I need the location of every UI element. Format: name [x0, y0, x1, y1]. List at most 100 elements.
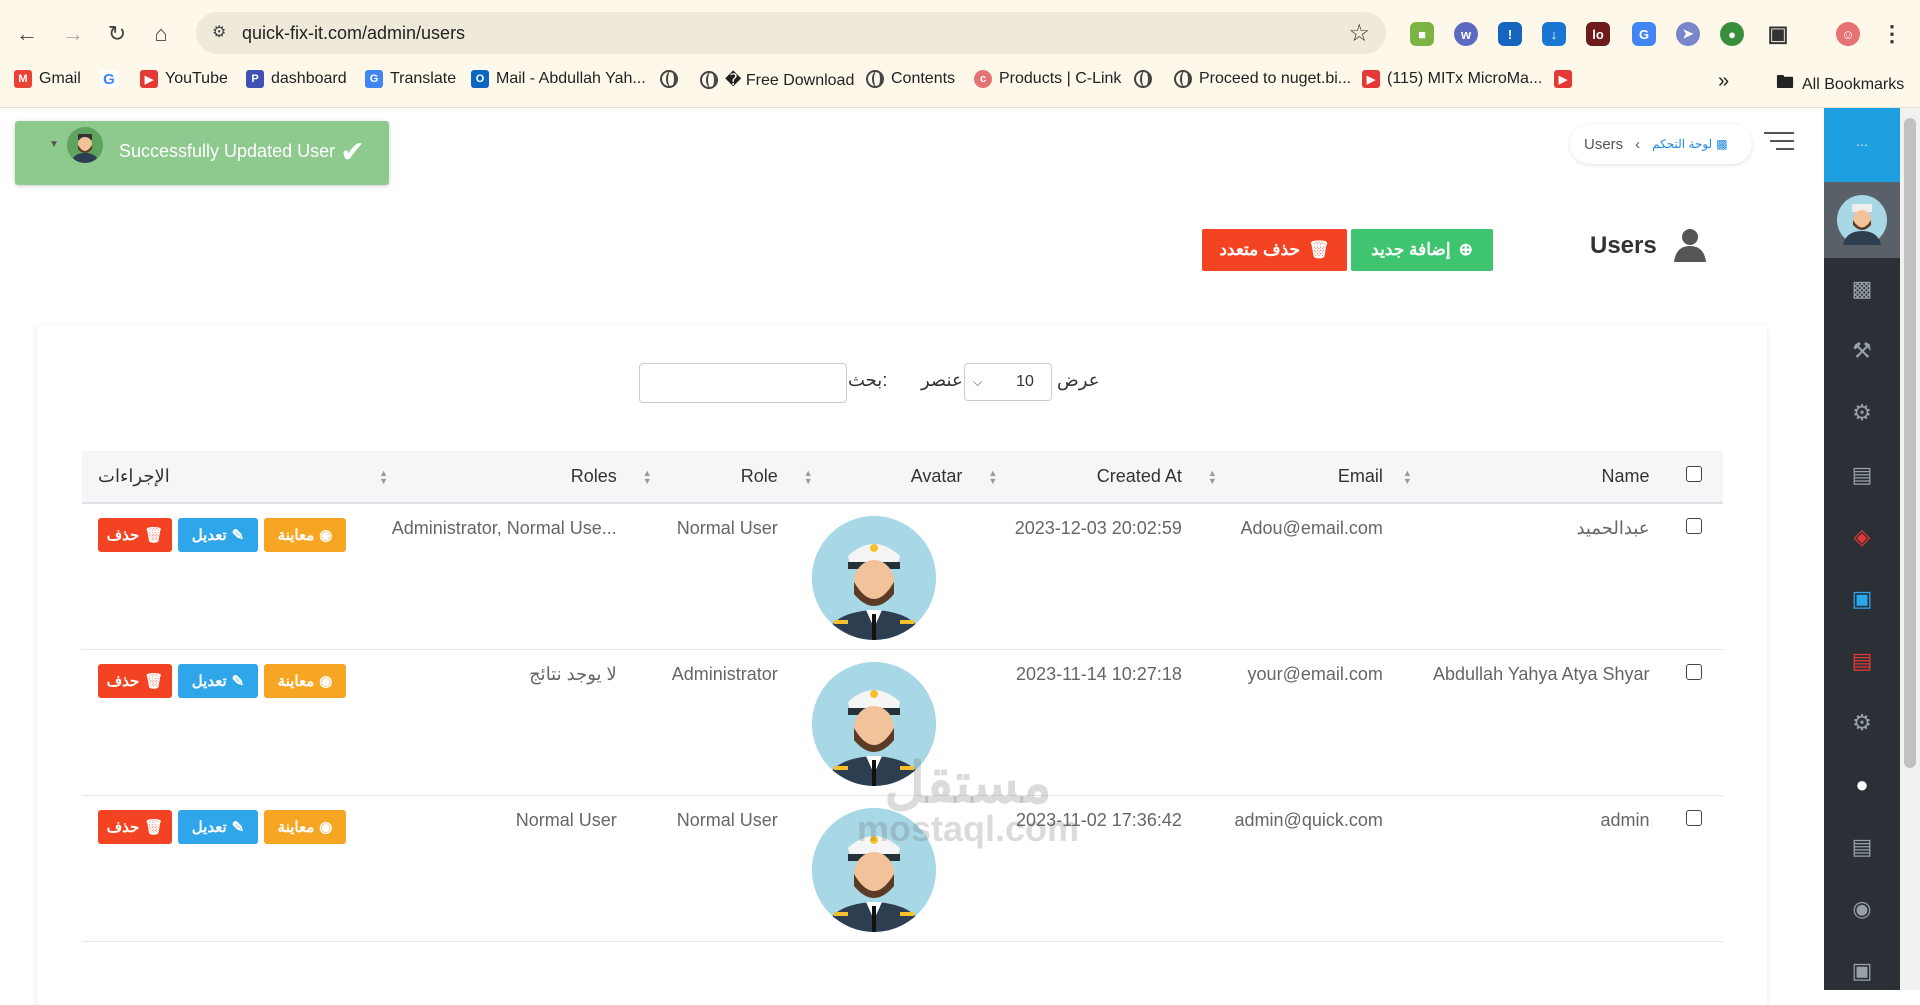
- shield-extension-icon[interactable]: !: [1498, 22, 1522, 46]
- bookmark-nuget[interactable]: Proceed to nuget.bi...: [1174, 70, 1351, 88]
- multi-delete-button[interactable]: حذف متعدد 🗑: [1202, 229, 1347, 271]
- bookmark-google[interactable]: G: [100, 70, 125, 88]
- menu-toggle-icon[interactable]: [1764, 132, 1794, 154]
- add-new-button[interactable]: إضافة جديد ⊕: [1351, 229, 1493, 271]
- trash-icon: 🗑: [144, 818, 164, 836]
- lock-icon[interactable]: ◉: [1824, 878, 1900, 940]
- cell-roles: Normal User: [515, 809, 617, 830]
- col-created-at[interactable]: ▲ ▼ Created At: [978, 451, 1197, 503]
- delete-button[interactable]: حذف 🗑: [98, 663, 172, 698]
- sort-icon: ▲ ▼: [379, 468, 389, 486]
- users-icon[interactable]: ●: [1824, 754, 1900, 816]
- bookmark-globe[interactable]: [660, 70, 678, 88]
- profile-avatar-icon[interactable]: ☺: [1836, 22, 1860, 46]
- sidebar-avatar[interactable]: [1824, 182, 1900, 258]
- download-extension-icon[interactable]: ↓: [1542, 22, 1566, 46]
- bookmark-mitx[interactable]: ▶ (115) MITx MicroMa...: [1362, 70, 1542, 88]
- back-icon[interactable]: ←: [10, 17, 44, 51]
- delete-button[interactable]: حذف 🗑: [98, 809, 172, 844]
- col-select: [1666, 451, 1724, 503]
- view-button[interactable]: معاينة ◉: [264, 663, 346, 698]
- row-checkbox[interactable]: [1686, 518, 1703, 534]
- bookmark-free-download[interactable]: � Free Download: [700, 70, 854, 90]
- toast-avatar: [67, 127, 103, 163]
- edit-button[interactable]: تعديل ✎: [178, 663, 258, 698]
- view-button[interactable]: معاينة ◉: [264, 518, 346, 552]
- scrollbar-thumb[interactable]: [1904, 118, 1916, 768]
- image-icon[interactable]: ▣: [1824, 940, 1900, 1002]
- bookmark-dashboard[interactable]: Pdashboard: [246, 70, 347, 88]
- sort-icon: ▲ ▼: [642, 468, 652, 486]
- forward-icon[interactable]: →: [56, 17, 90, 51]
- reload-icon[interactable]: ↻: [100, 17, 134, 51]
- select-all-checkbox[interactable]: [1686, 466, 1703, 482]
- search-input[interactable]: [639, 363, 847, 403]
- bookmark-mail[interactable]: O Mail - Abdullah Yah...: [471, 70, 646, 88]
- all-bookmarks-folder[interactable]: 🖿 All Bookmarks: [1776, 70, 1904, 100]
- list-icon[interactable]: ▤: [1824, 444, 1900, 506]
- bookmark-contents[interactable]: Contents: [866, 70, 955, 88]
- users-table: الإجراءات ▲ ▼ Roles ▲ ▼ Role ▲ ▼ Avatar ▲ ▼ Crea…: [82, 451, 1723, 942]
- success-toast[interactable]: ▼ Successfully Updated User ✔: [15, 121, 389, 185]
- extension-icon[interactable]: ■: [1410, 22, 1434, 46]
- row-checkbox[interactable]: [1686, 663, 1703, 680]
- home-icon[interactable]: ⌂: [144, 17, 178, 51]
- translate-extension-icon[interactable]: G: [1632, 22, 1656, 46]
- edit-icon: ✎: [231, 672, 245, 690]
- user-icon: [1672, 226, 1708, 262]
- col-name[interactable]: ▲ ▼ Name: [1399, 451, 1666, 503]
- telegram-extension-icon[interactable]: ➤: [1676, 22, 1700, 46]
- url-text: quick-fix-it.com/admin/users: [242, 22, 466, 43]
- sort-icon: ▲ ▼: [1402, 468, 1412, 486]
- col-email[interactable]: ▲ ▼ Email: [1198, 451, 1399, 503]
- youtube-icon: ▶: [1554, 70, 1572, 88]
- delete-button[interactable]: حذف 🗑: [98, 518, 172, 552]
- cell-roles: لا يوجد نتائج: [529, 663, 617, 684]
- bookmark-translate[interactable]: G Translate: [365, 70, 456, 88]
- cell-role: Normal User: [676, 809, 778, 830]
- bookmark-youtube[interactable]: ▶ YouTube: [140, 70, 228, 88]
- tools-icon[interactable]: ⚒: [1824, 320, 1900, 382]
- browser-menu-icon[interactable]: ⋮: [1880, 21, 1904, 46]
- news-icon[interactable]: ▤: [1824, 816, 1900, 878]
- view-button[interactable]: معاينة ◉: [264, 809, 346, 844]
- youtube-icon: ▶: [140, 70, 158, 88]
- page-size-select[interactable]: ⌵ 10: [964, 363, 1052, 401]
- globe-icon: [866, 70, 884, 88]
- video-icon[interactable]: ▤: [1824, 630, 1900, 692]
- cell-created-at: 2023-12-03 20:02:59: [1014, 518, 1182, 538]
- cell-select: [1666, 649, 1724, 795]
- youtube-icon: ▶: [1362, 70, 1380, 88]
- breadcrumb-home-link[interactable]: لوحة التحكم: [1652, 137, 1712, 151]
- extension-icon[interactable]: lo: [1586, 22, 1610, 46]
- breadcrumb-current: Users: [1584, 135, 1624, 153]
- cell-name: عبدالحميد: [1576, 518, 1650, 538]
- edit-button[interactable]: تعديل ✎: [178, 809, 258, 844]
- row-checkbox[interactable]: [1686, 809, 1703, 826]
- bag-icon[interactable]: ▣: [1824, 568, 1900, 630]
- col-roles[interactable]: ▲ ▼ Roles: [369, 451, 633, 503]
- bookmark-globe-2[interactable]: [1134, 70, 1152, 88]
- sidebar-logo[interactable]: ⋯: [1824, 108, 1900, 182]
- page-scrollbar[interactable]: [1900, 108, 1920, 990]
- ticket-icon[interactable]: ◈: [1824, 506, 1900, 568]
- site-info-icon[interactable]: ⚙: [212, 22, 234, 44]
- bookmark-gmail[interactable]: M Gmail: [14, 70, 81, 88]
- extensions-puzzle-icon[interactable]: ▣: [1766, 21, 1790, 46]
- extension-icon[interactable]: w: [1454, 22, 1478, 46]
- bookmark-clink[interactable]: c Products | C-Link: [974, 70, 1121, 88]
- trash-icon: 🗑: [1308, 240, 1330, 259]
- col-avatar[interactable]: ▲ ▼ Avatar: [794, 451, 979, 503]
- gear-icon[interactable]: ⚙: [1824, 692, 1900, 754]
- settings-icon[interactable]: ⚙: [1824, 382, 1900, 444]
- bookmark-star-icon[interactable]: ☆: [1348, 19, 1370, 48]
- more-bookmarks-icon[interactable]: »: [1718, 70, 1729, 93]
- col-actions[interactable]: الإجراءات: [82, 451, 369, 503]
- col-role[interactable]: ▲ ▼ Role: [633, 451, 794, 503]
- edit-button[interactable]: تعديل ✎: [178, 518, 258, 552]
- globe-extension-icon[interactable]: ●: [1720, 22, 1744, 46]
- address-bar[interactable]: ⚙ quick-fix-it.com/admin/users ☆: [196, 12, 1386, 54]
- car-icon[interactable]: ▩: [1824, 258, 1900, 320]
- bookmark-youtube-2[interactable]: ▶: [1554, 70, 1579, 88]
- globe-icon: [1134, 70, 1152, 88]
